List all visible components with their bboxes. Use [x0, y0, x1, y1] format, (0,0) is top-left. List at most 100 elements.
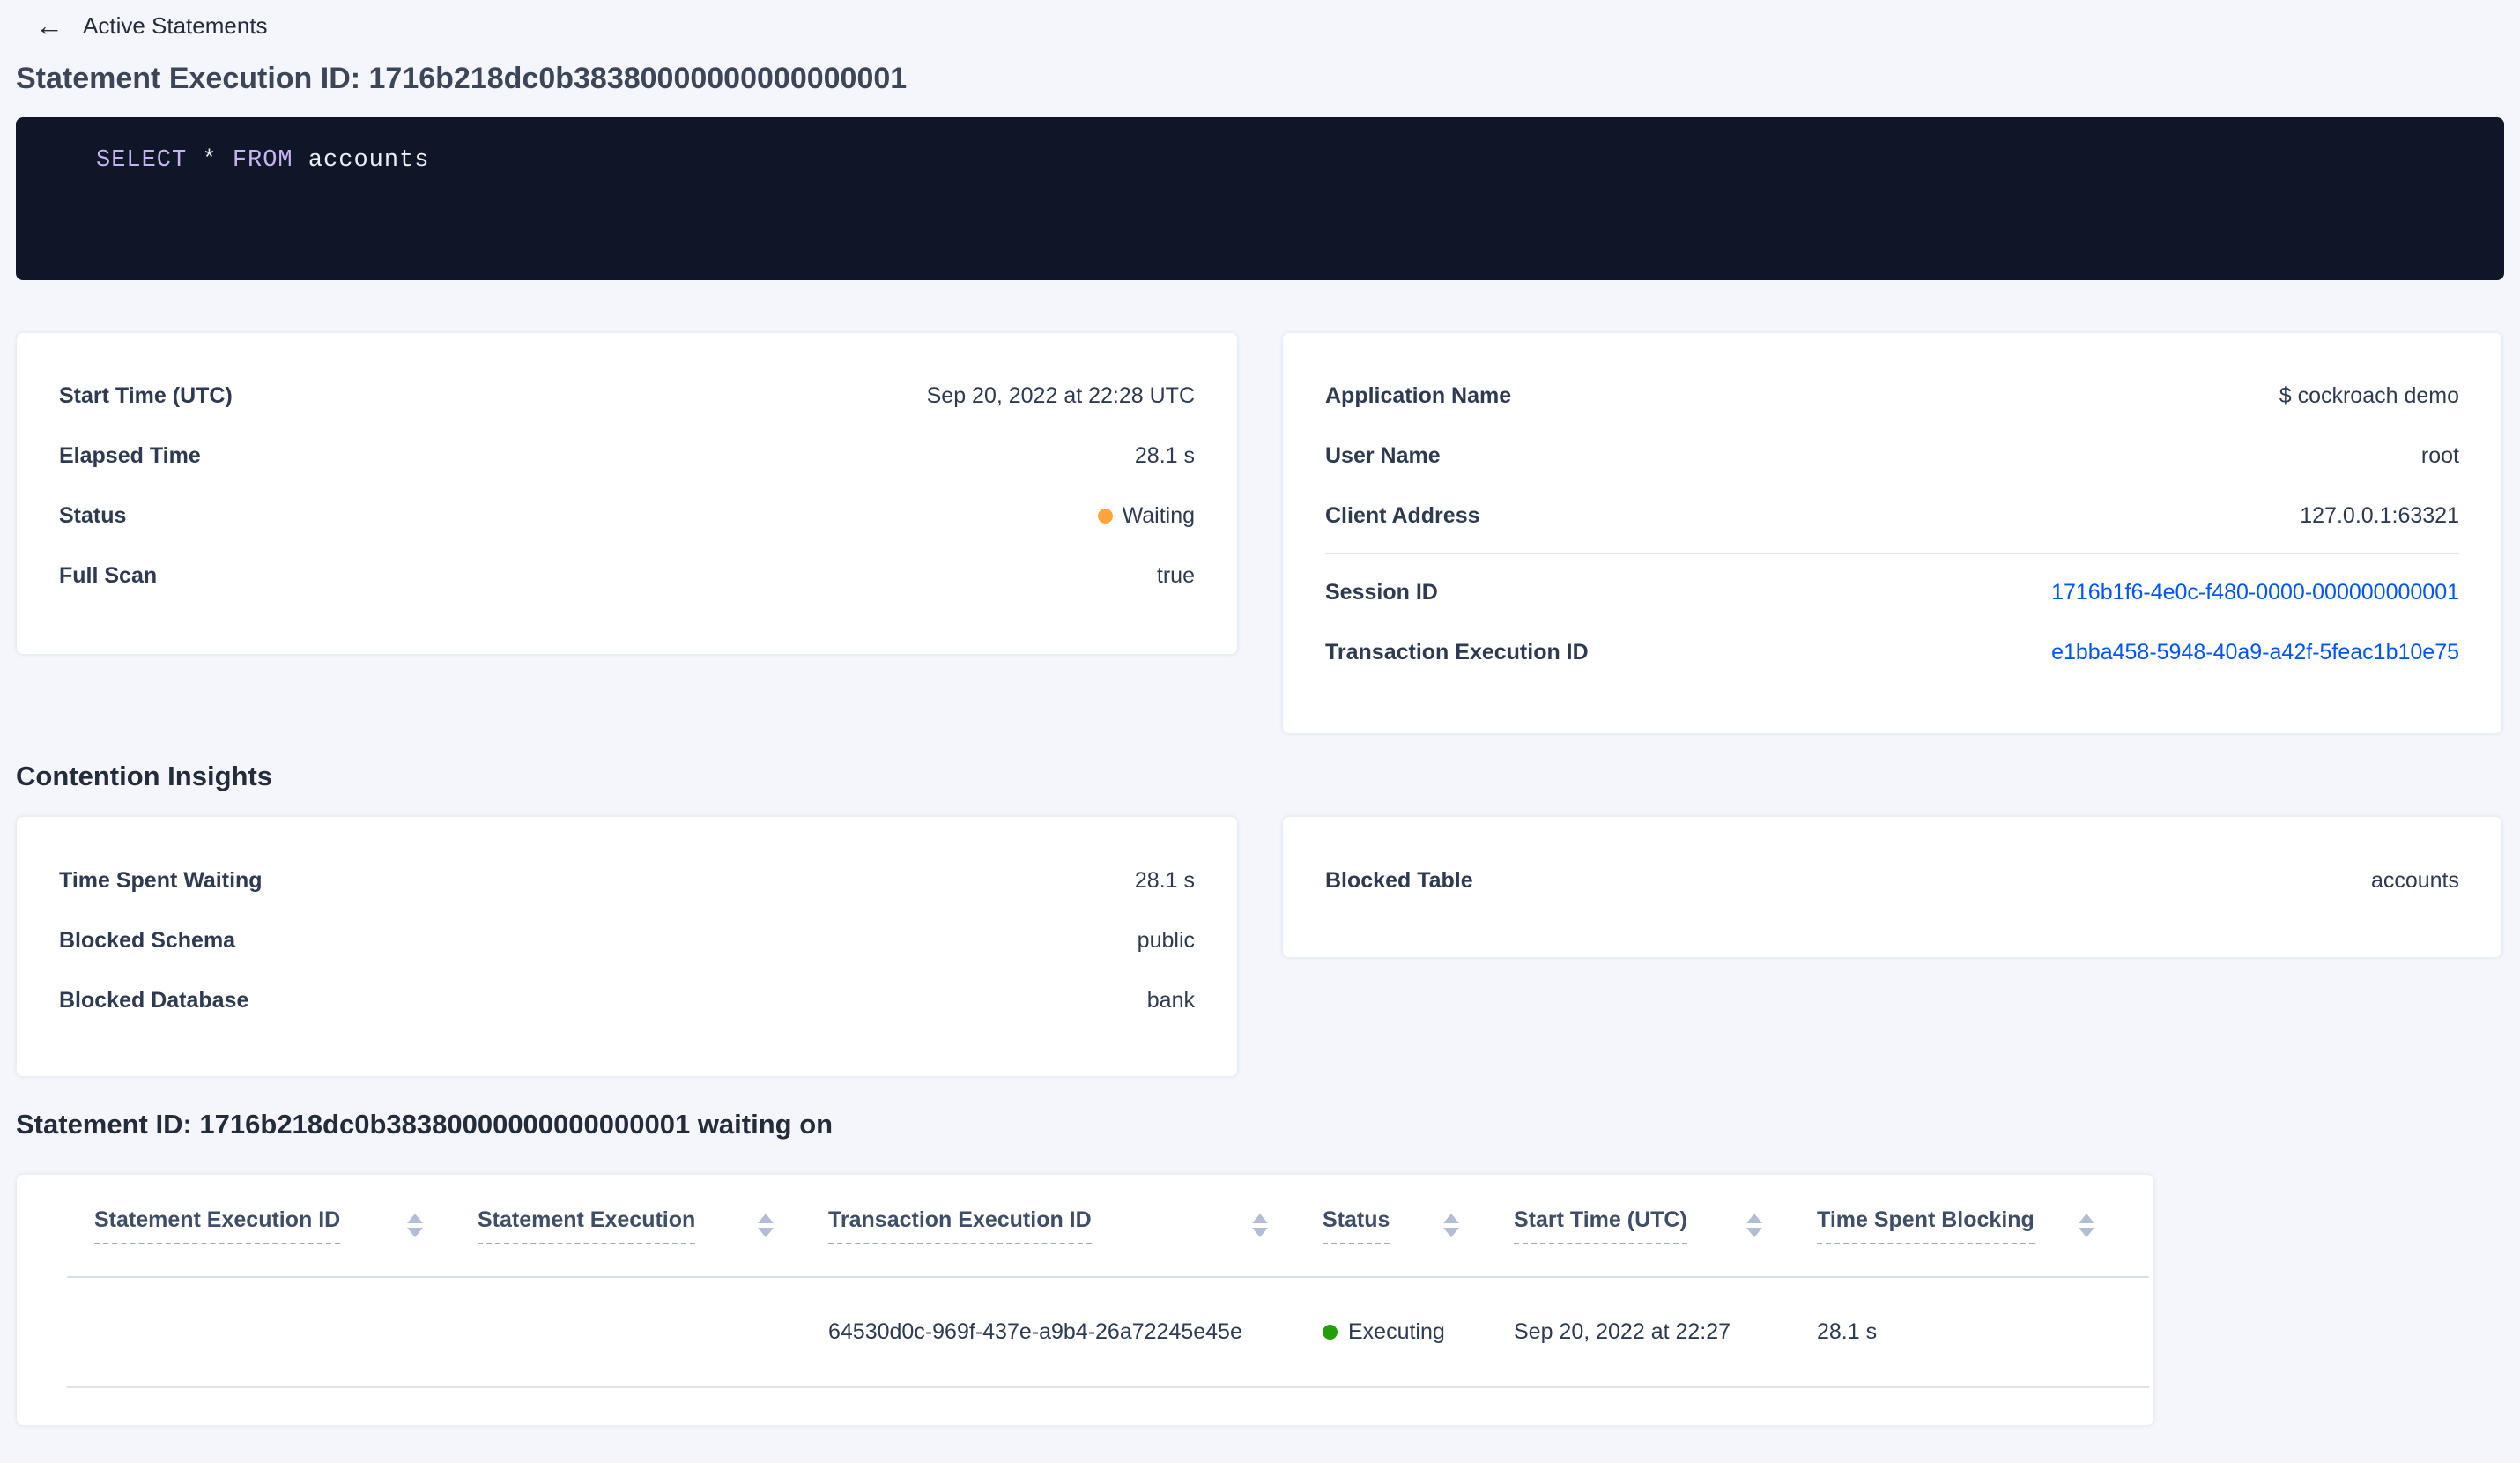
sort-down-icon	[407, 1228, 423, 1237]
sort-down-icon	[2079, 1228, 2094, 1237]
waiting-on-table: Statement Execution ID Statement Executi…	[67, 1175, 2149, 1388]
row-application-name: Application Name $ cockroach demo	[1325, 366, 2459, 426]
blocked-schema-label: Blocked Schema	[59, 927, 236, 953]
row-status: Status Waiting	[59, 486, 1195, 546]
time-spent-blocking-column-label[interactable]: Time Spent Blocking	[1817, 1207, 2035, 1244]
sql-keyword-from: FROM	[232, 147, 293, 174]
back-link-active-statements[interactable]: Active Statements	[83, 12, 268, 40]
row-user-name: User Name root	[1325, 426, 2459, 486]
statement-execution-id-column-label[interactable]: Statement Execution ID	[94, 1207, 341, 1244]
back-bar: ← Active Statements	[16, 9, 2504, 42]
row-blocked-schema: Blocked Schema public	[59, 910, 1195, 970]
blocked-table-value: accounts	[2370, 867, 2459, 893]
sort-up-icon	[1746, 1214, 1762, 1223]
column-header-status[interactable]: Status	[1323, 1175, 1514, 1278]
back-arrow-icon[interactable]: ←	[35, 11, 63, 40]
row-blocked-table: Blocked Table accounts	[1325, 850, 2459, 910]
blocked-table-label: Blocked Table	[1325, 867, 1473, 893]
row-time-spent-waiting: Time Spent Waiting 28.1 s	[59, 850, 1195, 910]
time-spent-waiting-label: Time Spent Waiting	[59, 867, 263, 893]
application-name-label: Application Name	[1325, 382, 1512, 408]
status-badge: Waiting	[1097, 502, 1195, 529]
column-header-transaction-execution-id[interactable]: Transaction Execution ID	[828, 1175, 1323, 1278]
sort-icon[interactable]	[758, 1214, 774, 1237]
cell-start-time: Sep 20, 2022 at 22:27	[1514, 1277, 1817, 1388]
sort-icon[interactable]	[1252, 1214, 1268, 1237]
row-client-address: Client Address 127.0.0.1:63321	[1325, 486, 2459, 546]
page-title: Statement Execution ID: 1716b218dc0b3838…	[16, 62, 908, 95]
sort-up-icon	[2079, 1214, 2094, 1223]
full-scan-label: Full Scan	[59, 562, 158, 588]
sort-down-icon	[1252, 1228, 1268, 1237]
statement-details-card: Start Time (UTC) Sep 20, 2022 at 22:28 U…	[16, 332, 1238, 655]
blocked-schema-value: public	[1137, 927, 1195, 953]
user-name-label: User Name	[1325, 442, 1441, 468]
sql-statement-box: SELECT * FROM accounts	[16, 117, 2504, 280]
session-id-label: Session ID	[1325, 579, 1438, 605]
status-waiting-dot-icon	[1097, 508, 1113, 524]
time-spent-waiting-value: 28.1 s	[1134, 867, 1195, 893]
blocked-table-card: Blocked Table accounts	[1282, 816, 2502, 958]
sort-up-icon	[1443, 1214, 1459, 1223]
row-status-value: Executing	[1348, 1319, 1445, 1344]
sql-table-name: accounts	[308, 147, 430, 174]
statement-execution-column-label[interactable]: Statement Execution	[478, 1207, 696, 1244]
contention-insights-heading: Contention Insights	[16, 761, 273, 791]
waiting-on-table-card: Statement Execution ID Statement Executi…	[16, 1174, 2154, 1426]
row-blocked-database: Blocked Database bank	[59, 970, 1195, 1030]
sort-up-icon	[407, 1214, 423, 1223]
cell-statement-execution	[478, 1277, 828, 1388]
statement-execution-page: ← Active Statements Statement Execution …	[0, 9, 2520, 1426]
user-name-value: root	[2420, 442, 2459, 468]
sql-statement: SELECT * FROM accounts	[96, 147, 429, 174]
elapsed-time-value: 28.1 s	[1134, 442, 1195, 468]
column-header-statement-execution-id[interactable]: Statement Execution ID	[67, 1175, 478, 1278]
sort-down-icon	[1746, 1228, 1762, 1237]
column-header-start-time[interactable]: Start Time (UTC)	[1514, 1175, 1817, 1278]
row-session-id: Session ID 1716b1f6-4e0c-f480-0000-00000…	[1325, 562, 2459, 622]
session-id-link[interactable]: 1716b1f6-4e0c-f480-0000-000000000001	[2051, 580, 2459, 605]
table-header-row: Statement Execution ID Statement Executi…	[67, 1175, 2149, 1278]
sort-down-icon	[1443, 1228, 1459, 1237]
blocked-database-label: Blocked Database	[59, 987, 249, 1013]
status-value: Waiting	[1122, 502, 1195, 528]
row-full-scan: Full Scan true	[59, 546, 1195, 605]
sort-up-icon	[1252, 1214, 1268, 1223]
summary-section: Start Time (UTC) Sep 20, 2022 at 22:28 U…	[16, 332, 2504, 734]
contention-details-card: Time Spent Waiting 28.1 s Blocked Schema…	[16, 816, 1238, 1077]
status-column-label[interactable]: Status	[1323, 1207, 1390, 1244]
start-time-value: Sep 20, 2022 at 22:28 UTC	[926, 382, 1195, 408]
cell-statement-execution-id	[67, 1277, 478, 1388]
sort-icon[interactable]	[2079, 1214, 2094, 1237]
sort-icon[interactable]	[407, 1214, 423, 1237]
session-card-divider	[1325, 553, 2459, 554]
start-time-column-label[interactable]: Start Time (UTC)	[1514, 1207, 1687, 1244]
column-header-statement-execution[interactable]: Statement Execution	[478, 1175, 828, 1278]
sort-icon[interactable]	[1746, 1214, 1762, 1237]
transaction-execution-id-column-label[interactable]: Transaction Execution ID	[828, 1207, 1092, 1244]
transaction-execution-id-label: Transaction Execution ID	[1325, 639, 1589, 665]
blocked-database-value: bank	[1146, 987, 1195, 1013]
transaction-execution-id-link[interactable]: e1bba458-5948-40a9-a42f-5feac1b10e75	[2051, 640, 2459, 665]
contention-section: Time Spent Waiting 28.1 s Blocked Schema…	[16, 816, 2504, 1077]
row-transaction-execution-id: Transaction Execution ID e1bba458-5948-4…	[1325, 622, 2459, 682]
client-address-label: Client Address	[1325, 502, 1480, 528]
status-executing-dot-icon	[1323, 1325, 1338, 1340]
sort-down-icon	[758, 1228, 774, 1237]
full-scan-value: true	[1156, 562, 1195, 588]
column-header-time-spent-blocking[interactable]: Time Spent Blocking	[1817, 1175, 2149, 1278]
session-details-card: Application Name $ cockroach demo User N…	[1282, 332, 2502, 734]
sql-keyword-select: SELECT	[96, 147, 188, 174]
sort-icon[interactable]	[1443, 1214, 1459, 1237]
start-time-label: Start Time (UTC)	[59, 382, 233, 408]
cell-transaction-execution-id: 64530d0c-969f-437e-a9b4-26a72245e45e	[828, 1277, 1323, 1388]
application-name-value: $ cockroach demo	[2279, 382, 2459, 408]
status-label: Status	[59, 502, 127, 528]
cell-status: Executing	[1323, 1277, 1514, 1388]
waiting-on-heading: Statement ID: 1716b218dc0b38380000000000…	[16, 1109, 834, 1140]
sort-up-icon	[758, 1214, 774, 1223]
table-row: 64530d0c-969f-437e-a9b4-26a72245e45e Exe…	[67, 1277, 2149, 1388]
row-elapsed-time: Elapsed Time 28.1 s	[59, 426, 1195, 486]
cell-time-spent-blocking: 28.1 s	[1817, 1277, 2149, 1388]
client-address-value: 127.0.0.1:63321	[2300, 502, 2459, 528]
